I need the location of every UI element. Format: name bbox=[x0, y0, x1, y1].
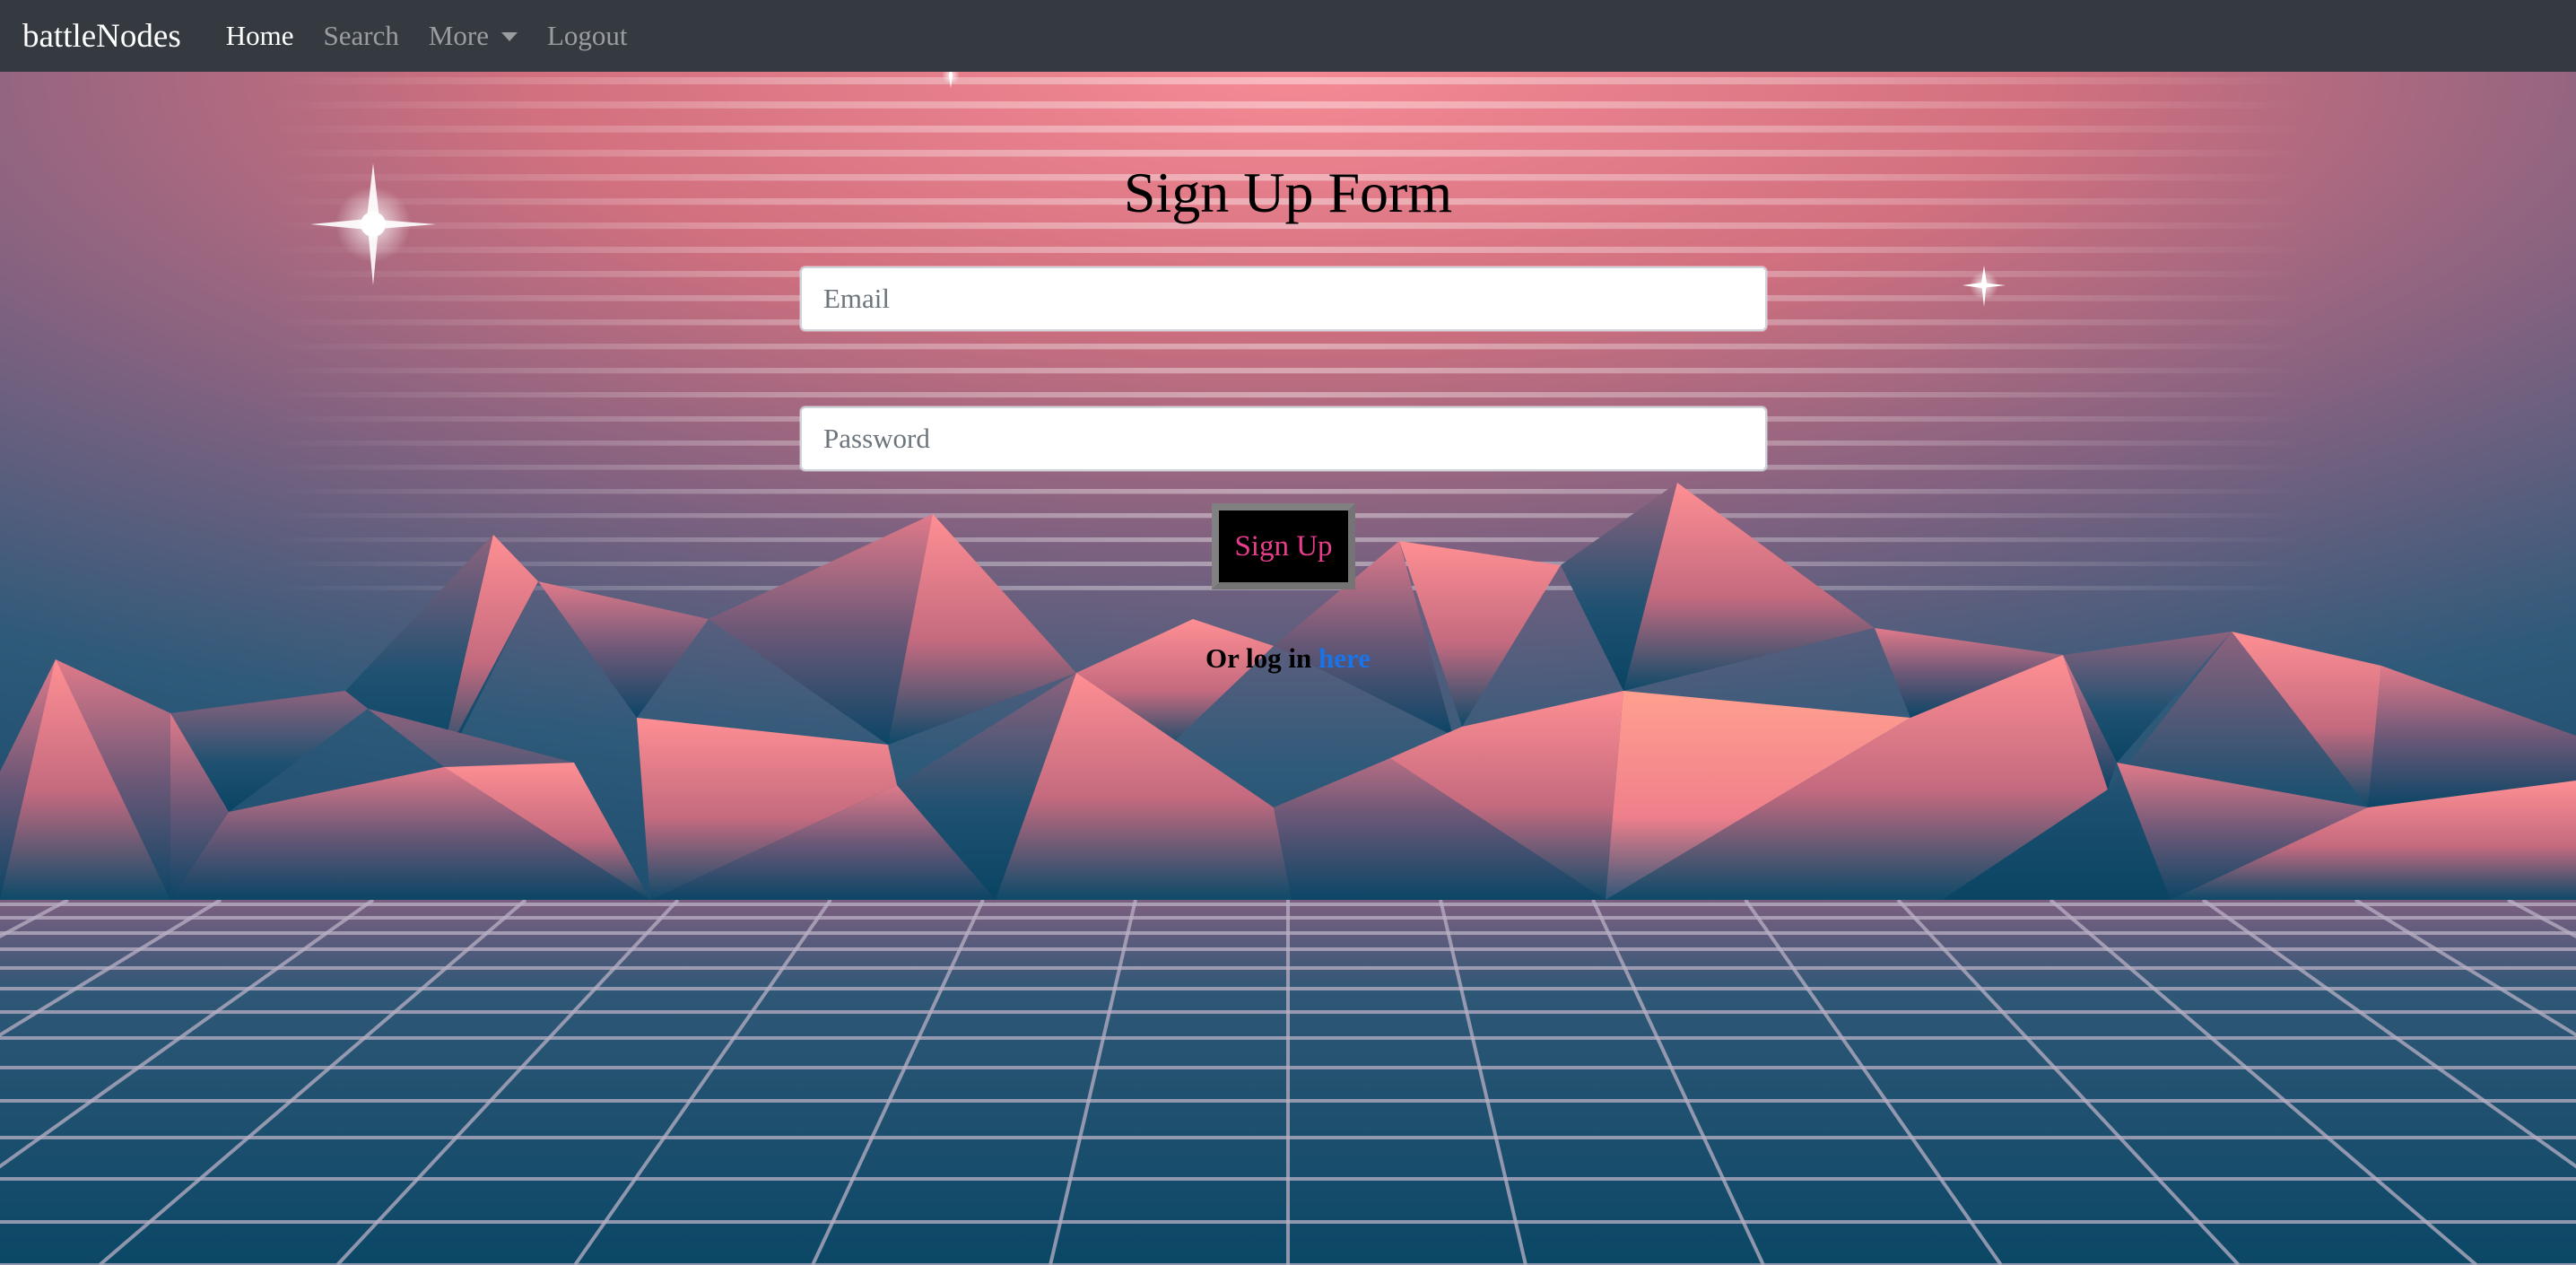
email-field[interactable] bbox=[800, 266, 1767, 331]
page-title: Sign Up Form bbox=[1123, 161, 1453, 224]
nav-more-dropdown[interactable]: More bbox=[429, 20, 518, 52]
nav-search[interactable]: Search bbox=[324, 20, 399, 52]
sign-up-button[interactable]: Sign Up bbox=[1212, 503, 1355, 589]
password-field[interactable] bbox=[800, 406, 1767, 471]
login-link[interactable]: here bbox=[1318, 642, 1371, 674]
chevron-down-icon bbox=[501, 32, 518, 41]
login-prefix-text: Or log in bbox=[1205, 642, 1312, 674]
nav-home[interactable]: Home bbox=[226, 20, 294, 52]
login-prompt: Or log in here bbox=[0, 642, 2576, 675]
nav-more-label: More bbox=[428, 20, 489, 51]
nav-logout[interactable]: Logout bbox=[547, 20, 628, 52]
navbar: battleNodes Home Search More Logout bbox=[0, 0, 2576, 72]
brand-logo[interactable]: battleNodes bbox=[22, 17, 181, 56]
